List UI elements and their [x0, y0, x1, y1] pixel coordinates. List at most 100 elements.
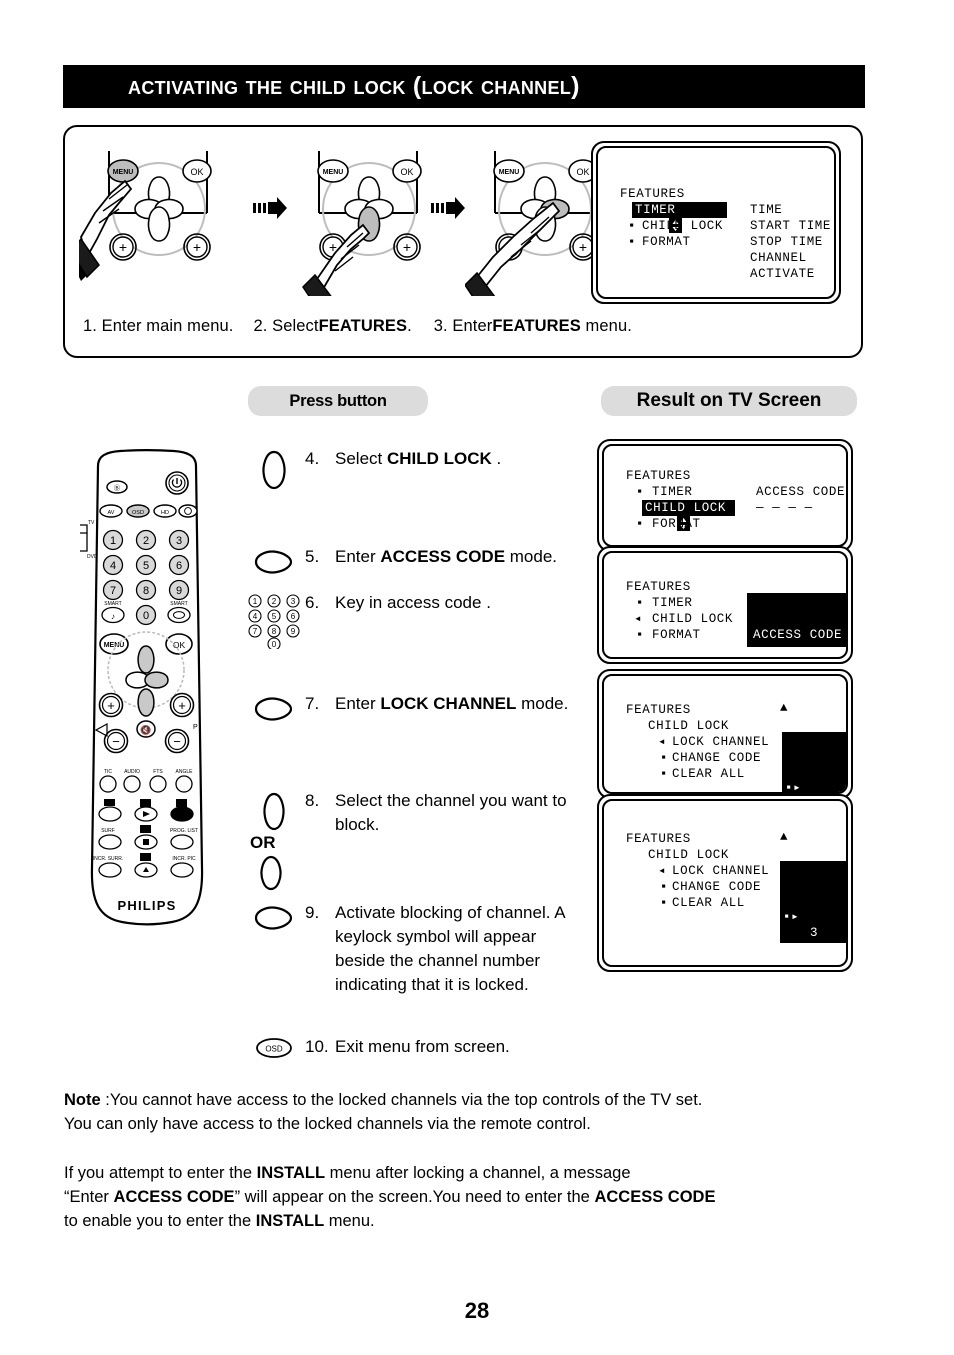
svg-text:SMART: SMART	[104, 601, 121, 607]
step-4-text-pre: Select	[335, 449, 387, 468]
svg-text:9: 9	[291, 627, 296, 636]
cursor-down-icon	[147, 206, 171, 242]
fts-button-icon	[149, 775, 167, 793]
osd-c-item-change-code: CHANGE CODE	[672, 751, 762, 765]
osd-c-heading: FEATURES	[626, 703, 691, 717]
osd-d-channel-0: 3	[810, 926, 819, 940]
osd-b-item-child-lock: CHILD LOCK	[652, 612, 734, 626]
osd-d-channel-panel: ▪▸ 3 4 5 6 7	[780, 861, 846, 956]
audio-button-icon	[123, 775, 141, 793]
subtitle-icon	[104, 799, 115, 806]
osd-a-item-format: FORMAT	[652, 517, 701, 531]
or-separator-label: OR	[250, 833, 276, 852]
caption-step2-bold: FEATURES	[318, 317, 408, 335]
osd-c-item-lock-channel: LOCK CHANNEL	[672, 735, 770, 749]
osd-d-item-change-code: CHANGE CODE	[672, 880, 762, 894]
svg-text:🔇: 🔇	[140, 724, 151, 735]
svg-text:PROG. LIST: PROG. LIST	[170, 828, 198, 834]
svg-text:P: P	[193, 724, 198, 731]
note2-access-2: ACCESS CODE	[594, 1188, 716, 1206]
cursor-right-icon	[254, 906, 293, 930]
incr-pic-button-icon	[170, 862, 194, 878]
svg-text:♪: ♪	[111, 612, 115, 621]
osd-b-bullet-format: ▪	[636, 628, 645, 642]
osd-item-timer: TIMER	[632, 202, 727, 218]
step-4-text: Select CHILD LOCK .	[335, 447, 580, 471]
smart-picture-button-icon	[167, 606, 191, 624]
cursor-up-down-icon	[263, 792, 285, 831]
step-5-text-bold: ACCESS CODE	[380, 547, 506, 566]
angle-button-icon	[175, 775, 193, 793]
step-4-icon-wrap	[243, 447, 305, 491]
keylock-icon	[828, 894, 846, 944]
rewind-button-icon	[170, 806, 194, 822]
remote-brand-label: PHILIPS	[118, 898, 177, 913]
cursor-down-icon	[137, 688, 155, 717]
svg-text:5: 5	[143, 560, 149, 572]
osd-a-heading: FEATURES	[626, 469, 691, 483]
svg-text:8: 8	[143, 585, 149, 597]
tv-screen-features-menu: FEATURES TIMER ▪ CHILD LOCK ▪ FORMAT TIM…	[591, 141, 841, 304]
step-7-text: Enter LOCK CHANNEL mode.	[335, 692, 580, 716]
svg-text:4: 4	[253, 612, 258, 621]
svg-text:−: −	[112, 734, 120, 749]
svg-text:FTS: FTS	[153, 769, 163, 775]
eject-icon	[140, 853, 151, 861]
note2-f: ” will appear on the screen.You need to …	[234, 1188, 595, 1206]
step-9-text: Activate blocking of channel. A keylock …	[335, 903, 565, 994]
timer-button-icon	[178, 504, 198, 518]
osd-c-up-arrow-icon: ▲	[780, 701, 789, 715]
osd-c-channel-marker-icon: ▪▸	[785, 781, 802, 794]
osd-right-stop-time: STOP TIME	[750, 235, 823, 249]
keypad-icon: 1 2 3 4 5 6 7 8 9 0	[248, 594, 300, 649]
step-4-number: 4.	[305, 449, 320, 468]
osd-right-channel: CHANNEL	[750, 251, 807, 265]
osd-d-bullet-clear-all: ▪	[660, 896, 669, 910]
step-7-icon-wrap	[243, 692, 305, 724]
svg-text:OK: OK	[576, 167, 589, 177]
press-button-header-label: Press button	[289, 391, 387, 410]
step-5-icon-wrap	[243, 545, 305, 577]
osd-c-channel-panel: ▪▸ 2 3 4 5 6	[782, 732, 846, 794]
step-10-number: 10.	[305, 1037, 329, 1056]
svg-text:OSD: OSD	[132, 510, 144, 516]
svg-text:OSD: OSD	[265, 1045, 283, 1054]
svg-text:SURF: SURF	[101, 828, 115, 834]
teletext-button-icon	[98, 806, 122, 822]
step-4-text-bold: CHILD LOCK	[386, 449, 492, 468]
svg-text:+: +	[178, 698, 186, 713]
step-7-text-bold: LOCK CHANNEL	[380, 694, 517, 713]
stop-icon	[140, 825, 151, 833]
svg-text:DVD: DVD	[87, 554, 98, 560]
osd-d-up-arrow-icon: ▲	[780, 830, 789, 844]
step-5-number: 5.	[305, 547, 320, 566]
osd-c-left-arrow-icon: ◂	[658, 735, 667, 749]
osd-d-left-arrow-icon: ◂	[658, 864, 667, 878]
step-7-text-pre: Enter	[335, 694, 381, 713]
hand-illustration-step1: MENU OK + +	[69, 141, 239, 296]
surf-button-icon	[98, 834, 122, 850]
svg-text:8: 8	[272, 627, 277, 636]
osd-button-icon: OSD	[256, 1038, 292, 1058]
svg-text:9: 9	[176, 585, 182, 597]
cursor-right-icon	[254, 697, 293, 721]
osd-right-time: TIME	[750, 203, 783, 217]
step-5: 5. Enter ACCESS CODE mode.	[243, 545, 580, 577]
svg-text:+: +	[579, 239, 587, 255]
step-5-text-post: mode.	[505, 547, 558, 566]
svg-text:MENU: MENU	[323, 169, 344, 176]
step-7-text-post: mode.	[516, 694, 569, 713]
osd-item-child-lock: CHILD LOCK	[642, 219, 724, 233]
note2-h: to enable you to enter the	[64, 1212, 256, 1230]
osd-b-access-code-label: ACCESS CODE	[753, 628, 843, 642]
caption-step3-post: menu.	[580, 317, 632, 335]
svg-text:TV: TV	[88, 520, 95, 526]
flow-arrow-2-icon	[431, 197, 465, 219]
page-number: 28	[464, 1298, 490, 1323]
step-6-icon-wrap: 1 2 3 4 5 6 7 8 9 0	[243, 591, 305, 649]
cursor-down-icon	[260, 855, 282, 891]
svg-text:ANGLE: ANGLE	[176, 769, 194, 775]
cursor-down-alt-icon-wrap	[255, 855, 287, 896]
hand-illustration-step2: MENU OK + +	[289, 141, 449, 313]
step-8-text: Select the channel you want to block.	[335, 791, 567, 834]
